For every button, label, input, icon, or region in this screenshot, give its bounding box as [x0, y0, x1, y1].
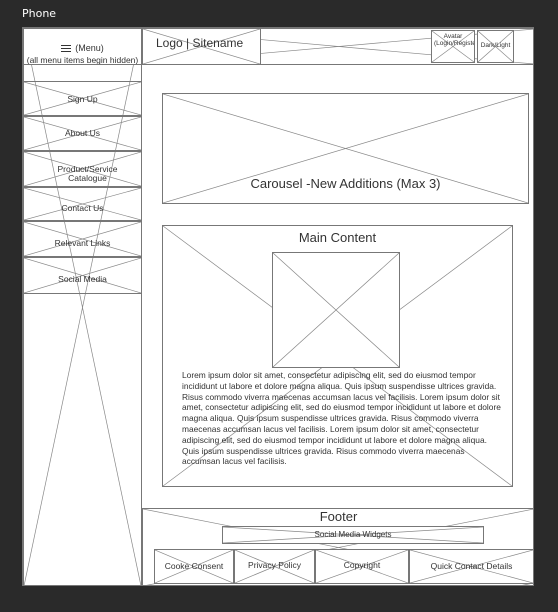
menu-item-relevant-links[interactable]: Relevant Links — [23, 221, 142, 257]
social-media-widgets[interactable]: Social Media Widgets — [222, 526, 484, 544]
menu-item-sign-up[interactable]: Sign Up — [23, 81, 142, 116]
phone-wireframe-canvas: (Menu) (all menu items begin hidden) Sig… — [22, 27, 534, 586]
main-content: Main Content Lorem ipsum dolor sit amet,… — [162, 225, 513, 487]
menu-item-catalogue[interactable]: Product/Service Catalogue — [23, 151, 142, 187]
menu-label: (Menu) — [75, 43, 104, 53]
main-content-body: Lorem ipsum dolor sit amet, consectetur … — [182, 370, 501, 467]
menu-item-label: About Us — [65, 128, 100, 138]
social-media-widgets-label: Social Media Widgets — [314, 530, 392, 539]
dark-light-label: Dark/Light — [480, 42, 511, 49]
footer-link-privacy-policy[interactable]: Privacy Policy — [234, 549, 315, 584]
footer-link-label: Copyright — [343, 560, 381, 570]
menu-item-label: Contact Us — [61, 203, 104, 213]
menu-item-about-us[interactable]: About Us — [23, 116, 142, 151]
footer-link-quick-contact[interactable]: Quick Contact Details — [409, 549, 533, 584]
main-image-placeholder — [272, 252, 400, 368]
footer-link-label: Cooke Consent — [164, 561, 224, 571]
dark-light-toggle[interactable]: Dark/Light — [477, 30, 514, 63]
menu-item-label: Product/Service Catalogue — [57, 164, 118, 183]
footer-link-label: Quick Contact Details — [430, 561, 513, 571]
hamburger-icon — [61, 45, 72, 53]
menu-item-label: Relevant Links — [54, 238, 111, 248]
carousel-label: Carousel -New Additions (Max 3) — [250, 176, 441, 191]
footer-link-label: Privacy Policy — [248, 560, 301, 570]
carousel[interactable]: Carousel -New Additions (Max 3) — [162, 93, 529, 204]
logo-box[interactable]: Logo | Sitename — [142, 28, 261, 65]
frame-title: Phone — [22, 7, 57, 20]
avatar-label: Avatar (Login/Register) — [434, 33, 474, 47]
avatar-login-button[interactable]: Avatar (Login/Register) — [431, 30, 475, 63]
menu-note: (all menu items begin hidden) — [26, 55, 139, 65]
footer-title: Footer — [319, 509, 358, 524]
footer: Footer Social Media Widgets Cooke Consen… — [142, 508, 533, 585]
menu-item-label: Social Media — [58, 274, 107, 284]
menu-item-social-media[interactable]: Social Media — [23, 257, 142, 294]
menu-toggle[interactable]: (Menu) (all menu items begin hidden) — [23, 28, 142, 65]
logo-sitename: Logo | Sitename — [156, 36, 244, 50]
footer-link-copyright[interactable]: Copyright — [315, 549, 409, 584]
footer-link-cookie-consent[interactable]: Cooke Consent — [154, 549, 234, 584]
main-content-title: Main Content — [298, 230, 377, 245]
menu-item-label: Sign Up — [67, 94, 98, 104]
menu-item-contact-us[interactable]: Contact Us — [23, 187, 142, 221]
